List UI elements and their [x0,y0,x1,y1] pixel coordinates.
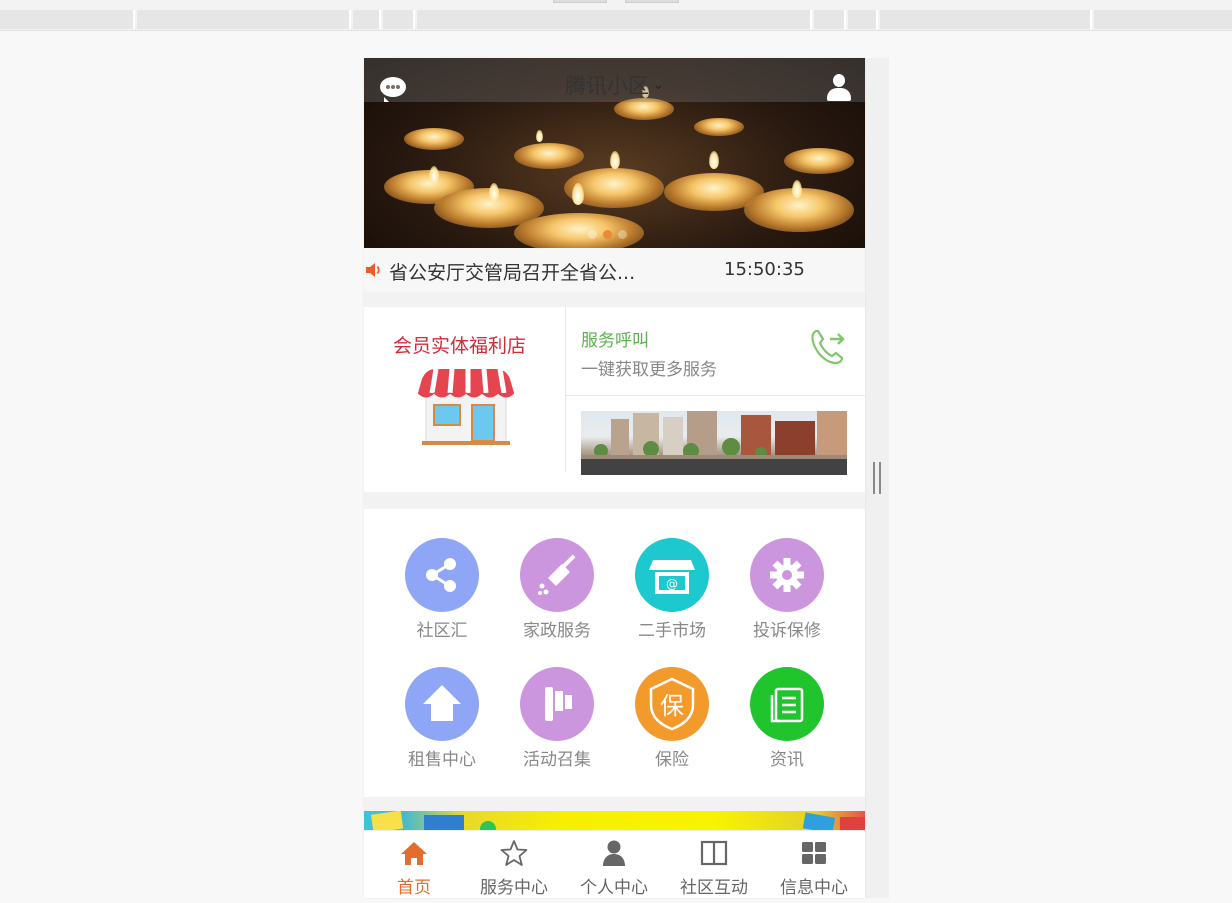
service-label: 投诉保修 [753,621,821,641]
grid-icon [802,842,826,864]
news-headline[interactable]: 省公安厅交管局召开全省公... [389,258,635,285]
gear-icon [750,538,824,612]
toolbar-segment [417,10,812,29]
service-item-events[interactable]: 活动召集 [507,667,607,770]
share-icon [405,538,479,612]
mobile-app-frame: 腾讯小区⌄ 省公安厅交管局召开全省公... 15:50:35 会员实体福利店 [364,58,865,898]
service-item-community[interactable]: 社区汇 [392,538,492,641]
service-item-complaint[interactable]: 投诉保修 [737,538,837,641]
tab-info-center[interactable]: 信息中心 [764,831,864,898]
star-icon [500,840,528,866]
toolbar-segment [814,10,846,29]
toolbar-segment [0,10,135,29]
toolbar-segment [383,10,415,29]
service-label: 租售中心 [408,750,476,770]
svg-text:@: @ [666,577,678,591]
toolbar-tab-stub [553,0,607,3]
community-name: 腾讯小区 [565,74,650,98]
service-label: 二手市场 [638,621,706,641]
service-item-secondhand[interactable]: @ 二手市场 [622,538,722,641]
service-item-rental[interactable]: 租售中心 [392,667,492,770]
store-card[interactable]: 会员实体福利店 [364,307,565,472]
speaker-icon [366,263,380,277]
tab-label: 服务中心 [480,878,548,898]
service-title: 服务呼叫 [581,331,649,351]
toolbar-tab-stub [625,0,679,3]
svg-text:保: 保 [660,692,684,720]
house-icon [405,667,479,741]
carousel-dot-active[interactable] [603,230,612,239]
storefront-icon [417,368,515,445]
service-item-housekeeping[interactable]: 家政服务 [507,538,607,641]
service-item-insurance[interactable]: 保 保险 [622,667,722,770]
tab-label: 个人中心 [580,878,648,898]
carousel-indicators [588,224,633,243]
toolbar-segment [137,10,351,29]
toolbar-segment [353,10,381,29]
home-icon [401,842,427,865]
phone-call-icon[interactable] [808,327,848,367]
carousel-dot[interactable] [618,230,627,239]
toolbar-segment [1094,10,1232,29]
banner-carousel[interactable]: 腾讯小区 ⌄ [364,58,865,248]
broom-icon [520,538,594,612]
toolbar-segment [848,10,878,29]
service-label: 活动召集 [523,750,591,770]
book-icon [700,840,728,866]
tab-label: 首页 [397,878,431,898]
service-label: 社区汇 [416,621,468,641]
shop-icon: @ [635,538,709,612]
service-label: 保险 [655,750,689,770]
browser-toolbar [0,0,1232,31]
user-icon[interactable] [826,74,852,102]
flag-icon [520,667,594,741]
shield-icon: 保 [635,667,709,741]
store-title: 会员实体福利店 [393,335,527,357]
tab-personal-center[interactable]: 个人中心 [564,831,664,898]
toolbar-segment [880,10,1092,29]
tab-label: 信息中心 [780,878,848,898]
promo-panel: 会员实体福利店 服务呼叫 一键获取更多服务 [364,307,865,492]
carousel-dot[interactable] [588,230,597,239]
service-item-news[interactable]: 资讯 [737,667,837,770]
ad-banner[interactable] [364,811,865,831]
tab-label: 社区互动 [680,878,748,898]
service-grid: 社区汇 家政服务 @ 二手市场 投诉保修 租售中心 活动召集 保 保险 资讯 [364,509,865,797]
community-photo[interactable] [581,411,847,475]
news-time: 15:50:35 [724,259,805,280]
person-icon [603,840,625,866]
news-icon [750,667,824,741]
bottom-tab-bar: 首页 服务中心 个人中心 社区互动 信息中心 [364,830,865,898]
news-ticker[interactable]: 省公安厅交管局召开全省公... 15:50:35 [364,248,865,292]
service-label: 资讯 [770,750,804,770]
scrollbar-thumb[interactable] [873,462,881,494]
service-label: 家政服务 [523,621,591,641]
community-selector[interactable]: 腾讯小区 ⌄ [364,70,865,100]
chevron-down-icon: ⌄ [653,78,664,93]
service-subtitle: 一键获取更多服务 [581,360,717,380]
tab-home[interactable]: 首页 [364,831,464,898]
tab-service-center[interactable]: 服务中心 [464,831,564,898]
tab-community-interaction[interactable]: 社区互动 [664,831,764,898]
